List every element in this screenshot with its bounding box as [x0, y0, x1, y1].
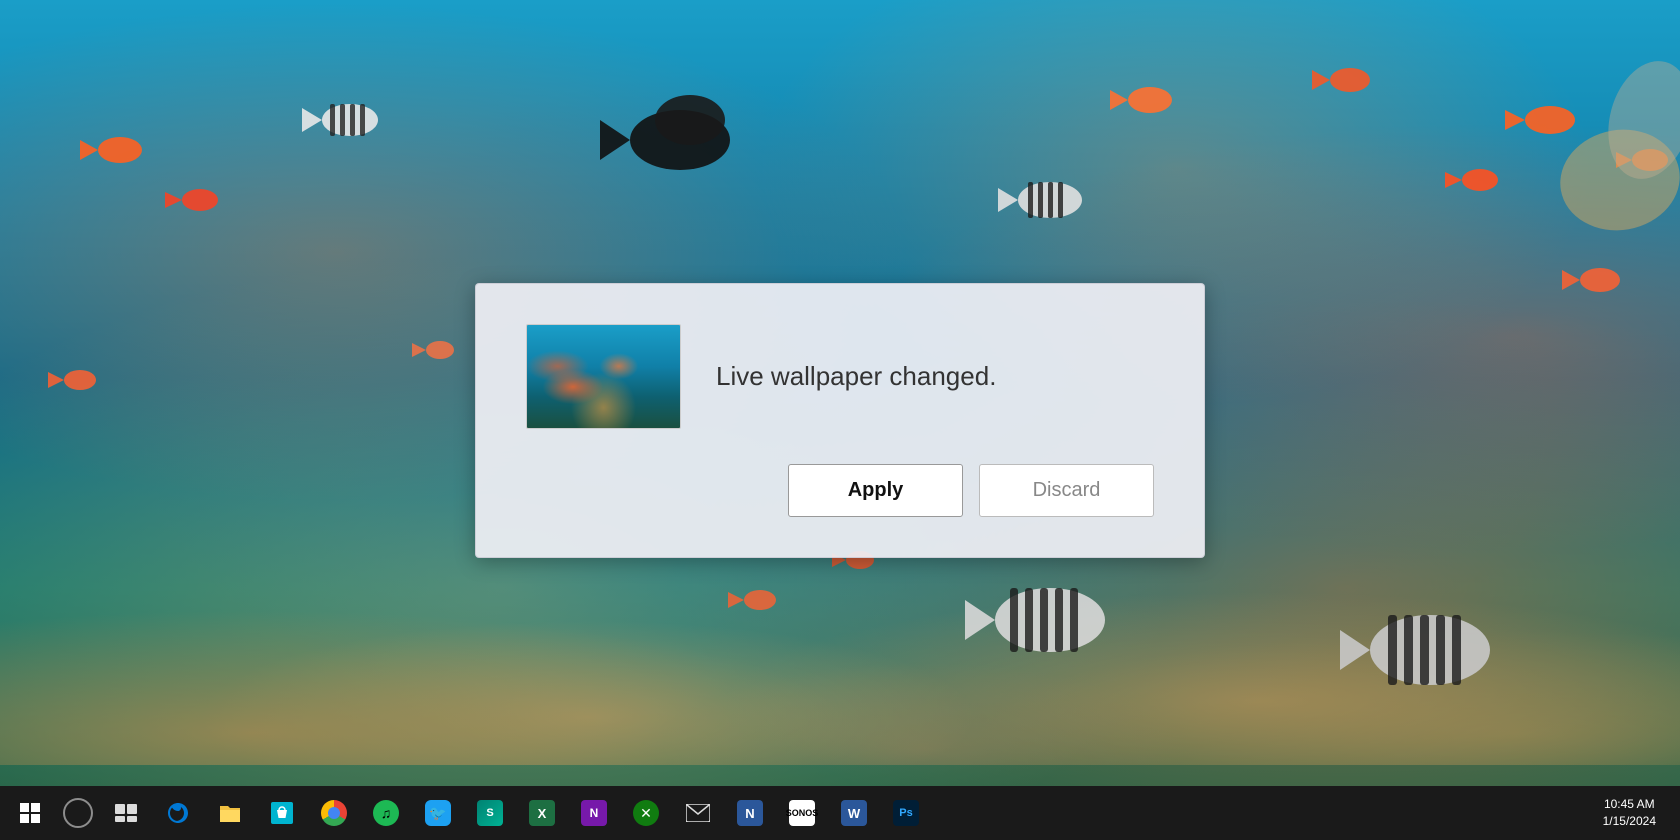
onenote-n-button[interactable]: N: [724, 786, 776, 840]
spotify-icon: ♫: [372, 799, 400, 827]
apply-button[interactable]: Apply: [788, 464, 963, 517]
chrome-icon: [320, 799, 348, 827]
xbox-button[interactable]: ✕: [620, 786, 672, 840]
sway-button[interactable]: S: [464, 786, 516, 840]
word-button[interactable]: W: [828, 786, 880, 840]
cortana-button[interactable]: [56, 786, 100, 840]
dialog-buttons: Apply Discard: [526, 464, 1154, 517]
chrome-button[interactable]: [308, 786, 360, 840]
onenote-n-icon: N: [736, 799, 764, 827]
edge-button[interactable]: [152, 786, 204, 840]
store-icon: [268, 799, 296, 827]
clock-date: 1/15/2024: [1603, 813, 1656, 830]
xbox-icon: ✕: [632, 799, 660, 827]
cortana-icon: [63, 798, 93, 828]
mail-icon: [684, 799, 712, 827]
clock-time: 10:45 AM: [1603, 796, 1656, 813]
twitter-button[interactable]: 🐦: [412, 786, 464, 840]
photoshop-icon: Ps: [892, 799, 920, 827]
file-explorer-button[interactable]: [204, 786, 256, 840]
task-view-button[interactable]: [100, 786, 152, 840]
onenote-icon: N: [580, 799, 608, 827]
system-tray: 10:45 AM 1/15/2024: [1583, 786, 1676, 840]
onenote-button[interactable]: N: [568, 786, 620, 840]
dialog-overlay: Live wallpaper changed. Apply Discard: [0, 0, 1680, 840]
excel-button[interactable]: X: [516, 786, 568, 840]
taskbar-clock[interactable]: 10:45 AM 1/15/2024: [1595, 796, 1664, 830]
file-explorer-icon: [216, 799, 244, 827]
store-button[interactable]: [256, 786, 308, 840]
windows-icon: [16, 799, 44, 827]
word-icon: W: [840, 799, 868, 827]
mail-button[interactable]: [672, 786, 724, 840]
photoshop-button[interactable]: Ps: [880, 786, 932, 840]
task-view-icon: [112, 799, 140, 827]
edge-icon: [164, 799, 192, 827]
excel-icon: X: [528, 799, 556, 827]
dialog-box: Live wallpaper changed. Apply Discard: [475, 283, 1205, 558]
discard-button[interactable]: Discard: [979, 464, 1154, 517]
sway-icon: S: [476, 799, 504, 827]
spotify-button[interactable]: ♫: [360, 786, 412, 840]
twitter-icon: 🐦: [424, 799, 452, 827]
sonos-icon: SONOS: [788, 799, 816, 827]
wallpaper-thumbnail: [526, 324, 681, 429]
sonos-button[interactable]: SONOS: [776, 786, 828, 840]
dialog-content: Live wallpaper changed.: [526, 324, 1154, 429]
start-button[interactable]: [4, 786, 56, 840]
dialog-message: Live wallpaper changed.: [716, 361, 996, 392]
taskbar: ♫ 🐦 S X N ✕: [0, 786, 1680, 840]
